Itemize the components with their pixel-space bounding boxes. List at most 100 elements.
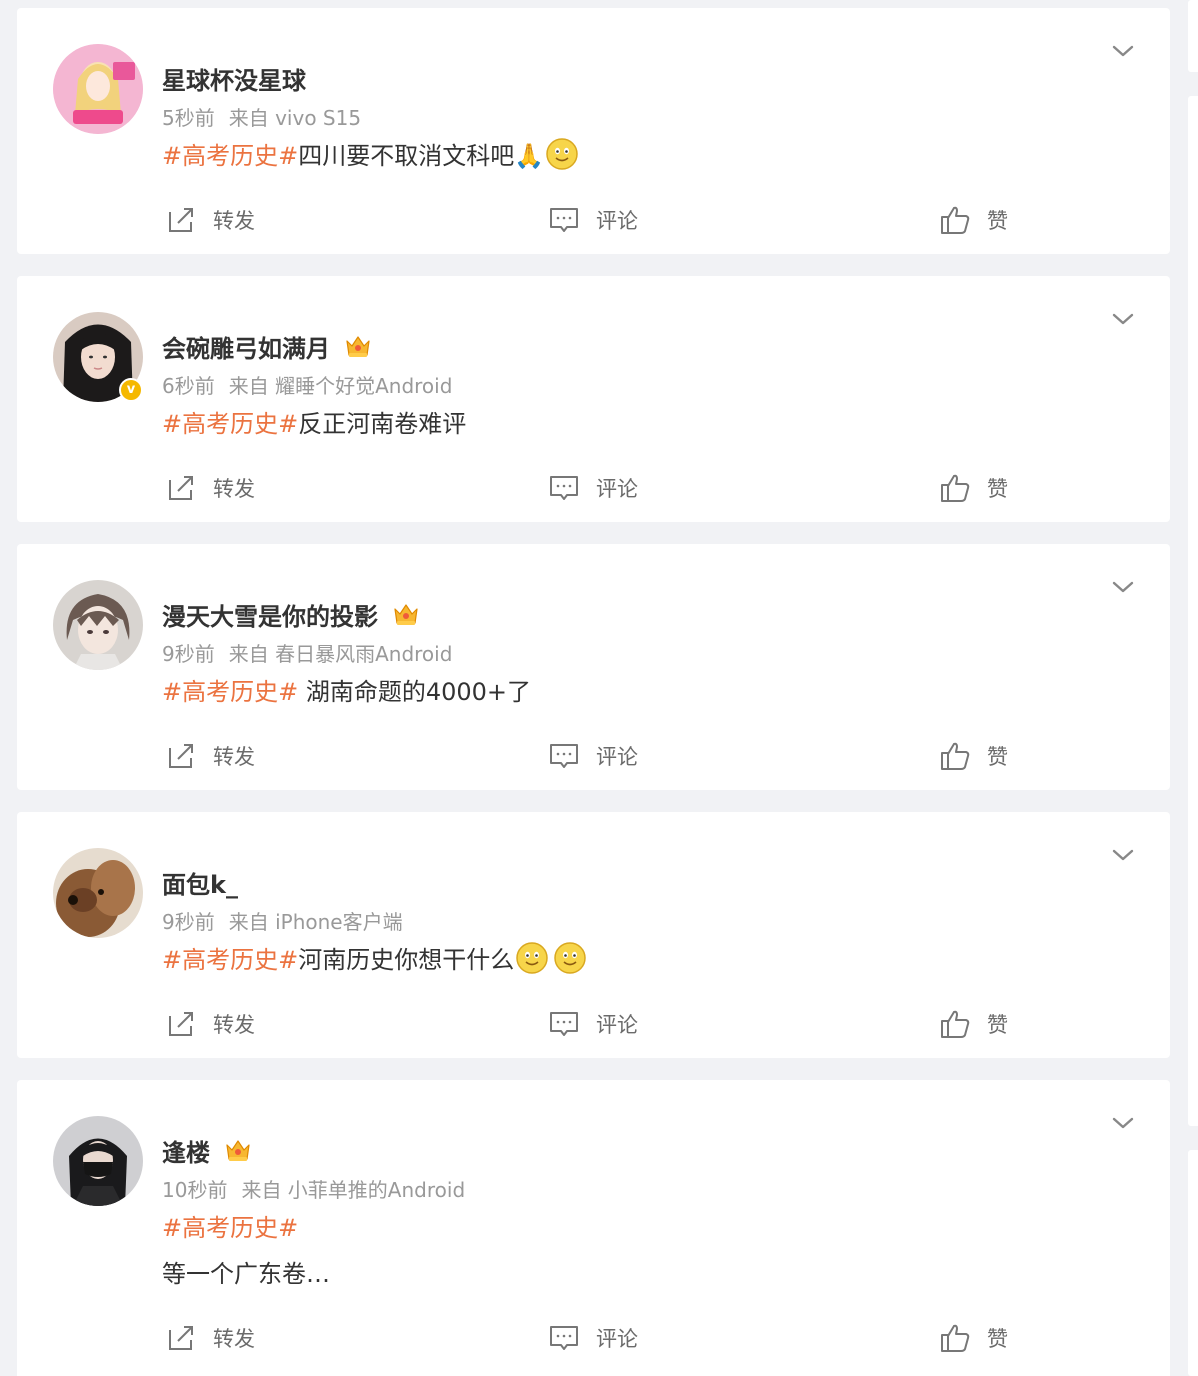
user-avatar[interactable] (53, 848, 143, 938)
comment-icon (548, 1008, 580, 1040)
post-actions: 转发 评论 赞 (17, 468, 1170, 508)
post-actions: 转发 评论 赞 (17, 200, 1170, 240)
forward-label: 转发 (213, 209, 255, 233)
share-icon (165, 472, 197, 504)
thumbs-up-icon (939, 204, 971, 236)
like-label: 赞 (987, 477, 1008, 501)
smile-emoji-icon (516, 941, 548, 974)
chevron-down-icon[interactable] (1110, 38, 1136, 64)
topic-link[interactable]: #高考历史# (162, 672, 298, 707)
comment-icon (548, 740, 580, 772)
like-label: 赞 (987, 745, 1008, 769)
chevron-down-icon[interactable] (1110, 574, 1136, 600)
comment-icon (548, 204, 580, 236)
like-button[interactable]: 赞 (939, 468, 1008, 508)
side-panel-edge (1188, 1150, 1198, 1376)
post-card: 星球杯没星球 5秒前 来自 vivo S15 #高考历史# 四川要不取消文科吧🙏 转… (17, 8, 1170, 254)
like-label: 赞 (987, 1327, 1008, 1351)
comment-button[interactable]: 评论 (548, 736, 638, 776)
forward-button[interactable]: 转发 (165, 468, 255, 508)
like-button[interactable]: 赞 (939, 1004, 1008, 1044)
post-text: #高考历史# (162, 1208, 298, 1243)
post-body: 反正河南卷难评 (298, 410, 467, 438)
post-time[interactable]: 6秒前 (162, 374, 215, 398)
smile-emoji-icon (546, 137, 578, 170)
user-name[interactable]: 漫天大雪是你的投影 (162, 597, 378, 632)
post-meta: 10秒前 来自 小菲单推的Android (162, 1174, 465, 1203)
comment-button[interactable]: 评论 (548, 200, 638, 240)
post-actions: 转发 评论 赞 (17, 736, 1170, 776)
topic-link[interactable]: #高考历史# (162, 404, 298, 439)
post-text: #高考历史# 河南历史你想干什么 (162, 940, 586, 975)
comment-icon (548, 472, 580, 504)
smile-emoji-icon (554, 941, 586, 974)
thumbs-up-icon (939, 1322, 971, 1354)
crown-icon (392, 601, 420, 627)
comment-label: 评论 (596, 209, 638, 233)
share-icon (165, 740, 197, 772)
topic-link[interactable]: #高考历史# (162, 940, 298, 975)
post-body: 河南历史你想干什么 (298, 946, 515, 974)
like-button[interactable]: 赞 (939, 1318, 1008, 1358)
share-icon (165, 1322, 197, 1354)
like-label: 赞 (987, 209, 1008, 233)
post-meta: 6秒前 来自 耀睡个好觉Android (162, 370, 452, 399)
post-text: #高考历史# 反正河南卷难评 (162, 404, 466, 439)
like-button[interactable]: 赞 (939, 736, 1008, 776)
forward-label: 转发 (213, 477, 255, 501)
post-text: #高考历史# 四川要不取消文科吧🙏 (162, 136, 578, 171)
comment-label: 评论 (596, 477, 638, 501)
post-body: 等一个广东卷… (162, 1260, 330, 1288)
topic-link[interactable]: #高考历史# (162, 1208, 298, 1243)
post-card: v 会碗雕弓如满月 6秒前 来自 耀睡个好觉Android #高考历史# 反正河南卷… (17, 276, 1170, 522)
chevron-down-icon[interactable] (1110, 842, 1136, 868)
comment-icon (548, 1322, 580, 1354)
post-card: 逢楼 10秒前 来自 小菲单推的Android #高考历史# 等一个广东卷… 转发… (17, 1080, 1170, 1376)
post-actions: 转发 评论 赞 (17, 1004, 1170, 1044)
share-icon (165, 204, 197, 236)
forward-button[interactable]: 转发 (165, 736, 255, 776)
verified-badge: v (119, 378, 143, 402)
forward-label: 转发 (213, 1327, 255, 1351)
post-source: 来自 耀睡个好觉Android (228, 374, 453, 398)
like-button[interactable]: 赞 (939, 200, 1008, 240)
user-name[interactable]: 面包k_ (162, 865, 238, 900)
post-time[interactable]: 10秒前 (162, 1178, 227, 1202)
post-body-line: 等一个广东卷… (162, 1254, 330, 1289)
side-panel-edge (1188, 96, 1198, 1126)
comment-button[interactable]: 评论 (548, 1318, 638, 1358)
thumbs-up-icon (939, 472, 971, 504)
forward-label: 转发 (213, 745, 255, 769)
comment-button[interactable]: 评论 (548, 1004, 638, 1044)
post-time[interactable]: 9秒前 (162, 642, 215, 666)
user-avatar[interactable] (53, 580, 143, 670)
post-time[interactable]: 5秒前 (162, 106, 215, 130)
crown-icon (224, 1137, 252, 1163)
user-avatar[interactable] (53, 1116, 143, 1206)
topic-link[interactable]: #高考历史# (162, 136, 298, 171)
forward-button[interactable]: 转发 (165, 200, 255, 240)
comment-label: 评论 (596, 1327, 638, 1351)
chevron-down-icon[interactable] (1110, 306, 1136, 332)
forward-button[interactable]: 转发 (165, 1318, 255, 1358)
chevron-down-icon[interactable] (1110, 1110, 1136, 1136)
post-source: 来自 小菲单推的Android (241, 1178, 466, 1202)
post-meta: 5秒前 来自 vivo S15 (162, 102, 361, 131)
post-actions: 转发 评论 赞 (17, 1318, 1170, 1358)
user-name[interactable]: 逢楼 (162, 1133, 210, 1168)
user-name[interactable]: 会碗雕弓如满月 (162, 329, 330, 364)
post-time[interactable]: 9秒前 (162, 910, 215, 934)
post-source: 来自 vivo S15 (228, 106, 362, 130)
post-text: #高考历史# 湖南命题的4000+了 (162, 672, 531, 707)
forward-button[interactable]: 转发 (165, 1004, 255, 1044)
post-card: 面包k_ 9秒前 来自 iPhone客户端 #高考历史# 河南历史你想干什么 转发 … (17, 812, 1170, 1058)
comment-label: 评论 (596, 745, 638, 769)
side-panel-edge (1188, 0, 1198, 72)
thumbs-up-icon (939, 1008, 971, 1040)
forward-label: 转发 (213, 1013, 255, 1037)
comment-button[interactable]: 评论 (548, 468, 638, 508)
share-icon (165, 1008, 197, 1040)
user-avatar[interactable] (53, 44, 143, 134)
user-name[interactable]: 星球杯没星球 (162, 61, 306, 96)
post-body: 四川要不取消文科吧🙏 (298, 142, 545, 170)
